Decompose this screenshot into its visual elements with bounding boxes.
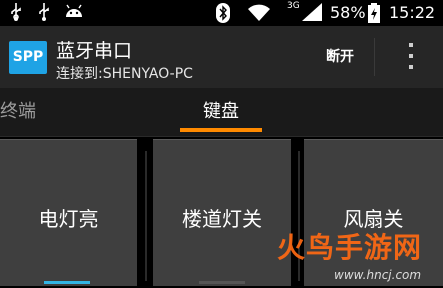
watermark-url: www.hncj.com	[334, 268, 422, 282]
bluetooth-icon	[216, 3, 230, 23]
signal-icon	[302, 3, 322, 21]
tab-bar: 终端 键盘	[0, 88, 443, 137]
divider	[145, 151, 147, 281]
android-icon	[66, 4, 82, 17]
tab-terminal[interactable]: 终端	[0, 97, 36, 123]
action-bar: SPP 蓝牙串口 连接到:SHENYAO-PC 断开	[0, 26, 443, 88]
hallway-light-off-button[interactable]: 楼道灯关	[153, 139, 291, 286]
disconnect-button[interactable]: 断开	[306, 38, 375, 76]
tab-selected-indicator	[180, 128, 262, 132]
usb-icon	[11, 3, 21, 21]
network-type: 3G	[287, 1, 300, 11]
app-title: 蓝牙串口	[56, 40, 133, 62]
battery-percent: 58%	[330, 3, 366, 22]
tab-keyboard-label: 键盘	[203, 101, 239, 122]
more-vert-icon[interactable]	[396, 40, 426, 74]
watermark-logo: 火鸟手游网	[277, 231, 423, 264]
button-label: 电灯亮	[38, 207, 99, 231]
usb-icon	[39, 3, 49, 21]
status-bar: 3G 58% 15:22	[0, 0, 443, 26]
tab-keyboard[interactable]: 键盘	[180, 88, 262, 132]
wifi-icon	[248, 4, 270, 21]
press-indicator	[199, 281, 245, 284]
press-indicator	[44, 281, 90, 284]
light-on-button[interactable]: 电灯亮	[0, 139, 137, 286]
app-icon[interactable]: SPP	[9, 41, 47, 74]
clock: 15:22	[389, 3, 436, 22]
connection-status: 连接到:SHENYAO-PC	[56, 66, 193, 82]
battery-charging-icon	[368, 3, 380, 23]
button-label: 楼道灯关	[182, 207, 262, 231]
